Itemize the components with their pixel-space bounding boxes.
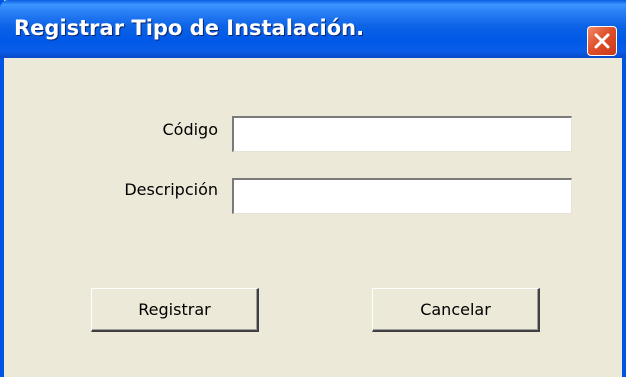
register-button[interactable]: Registrar bbox=[91, 288, 259, 332]
dialog-window: Registrar Tipo de Instalación. Código De… bbox=[0, 0, 626, 377]
descripcion-input[interactable] bbox=[232, 178, 572, 214]
codigo-input[interactable] bbox=[232, 116, 572, 152]
cancel-button[interactable]: Cancelar bbox=[372, 288, 540, 332]
codigo-label: Código bbox=[162, 120, 218, 139]
descripcion-label: Descripción bbox=[124, 180, 218, 199]
close-button[interactable] bbox=[587, 26, 617, 56]
title-bar[interactable]: Registrar Tipo de Instalación. bbox=[0, 0, 626, 58]
window-title: Registrar Tipo de Instalación. bbox=[14, 16, 365, 40]
dialog-body: Código Descripción Registrar Cancelar bbox=[4, 58, 622, 377]
close-icon bbox=[594, 33, 610, 49]
